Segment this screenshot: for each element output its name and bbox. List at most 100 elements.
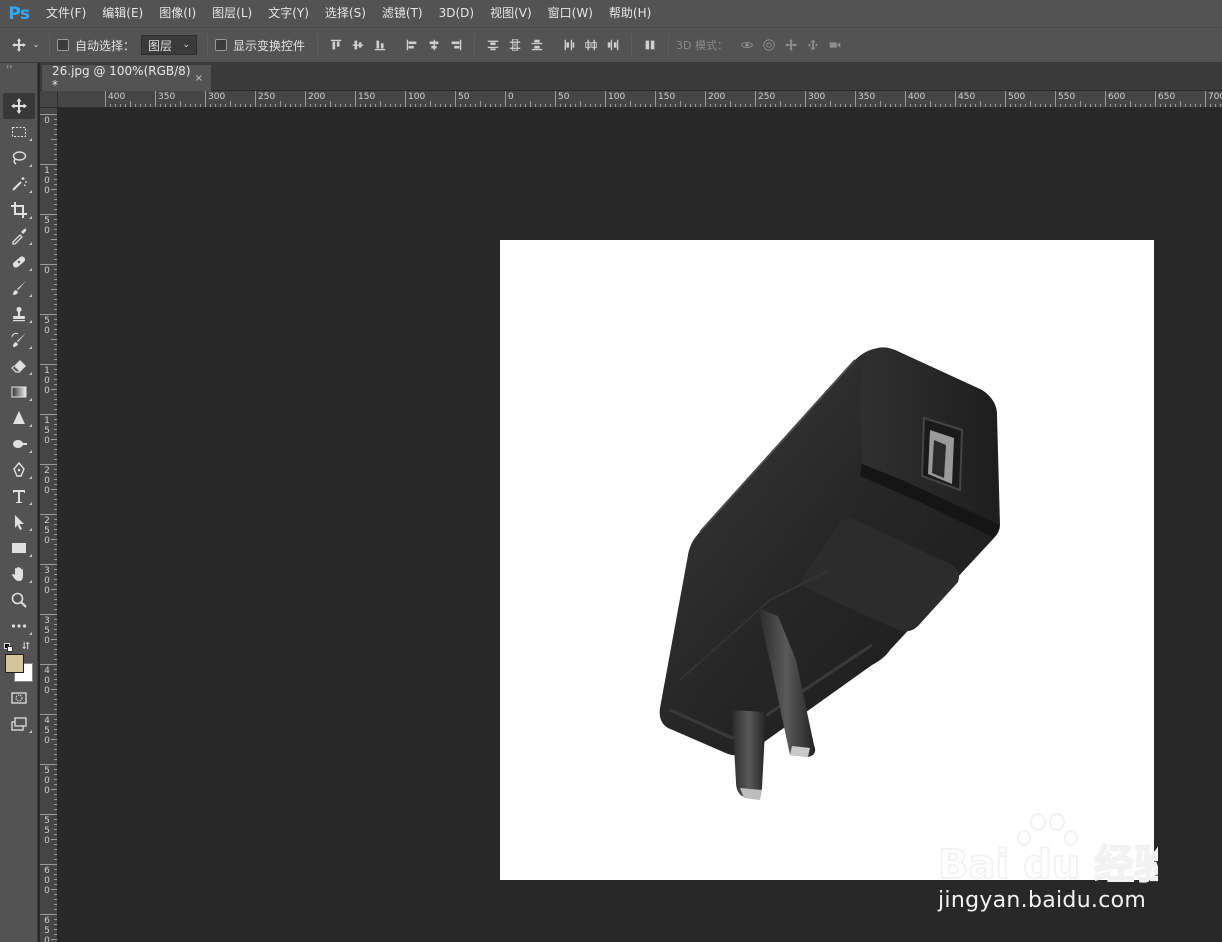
menu-help[interactable]: 帮助(H) [601,0,659,27]
ruler-tick [1105,91,1106,107]
foreground-color-swatch[interactable] [5,654,24,673]
3d-orbit-icon[interactable] [736,34,758,56]
dodge-tool[interactable] [3,431,35,457]
distribute-left-icon[interactable] [558,34,580,56]
menu-view[interactable]: 视图(V) [482,0,540,27]
ruler-minor-tick [54,159,57,160]
history-brush-tool[interactable] [3,327,35,353]
default-colors-icon[interactable] [4,643,14,653]
magnifier-icon [11,592,27,608]
menu-window[interactable]: 窗口(W) [540,0,601,27]
ruler-label: 400 [108,92,126,102]
3d-scale-icon[interactable] [824,34,846,56]
3d-roll-icon[interactable] [758,34,780,56]
move-tool[interactable] [3,93,35,119]
photoshop-logo: Ps [8,3,30,24]
quick-mask-button[interactable] [3,685,35,711]
zoom-tool[interactable] [3,587,35,613]
hand-tool[interactable] [3,561,35,587]
menu-edit[interactable]: 编辑(E) [94,0,151,27]
menu-layer[interactable]: 图层(L) [204,0,260,27]
ruler-origin[interactable] [40,91,58,108]
ruler-minor-tick [1075,104,1076,107]
lasso-tool[interactable] [3,145,35,171]
show-transform-checkbox[interactable] [215,39,228,51]
align-bottom-icon[interactable] [369,34,391,56]
3d-pan-icon[interactable] [780,34,802,56]
auto-select-target-select[interactable]: 图层 ⌄ [141,35,198,55]
brush-tool[interactable] [3,275,35,301]
distribute-right-icon[interactable] [602,34,624,56]
menu-file[interactable]: 文件(F) [38,0,94,27]
ruler-minor-tick [530,101,531,107]
more-tools-button[interactable] [3,613,35,639]
horizontal-ruler[interactable]: 400 350 300 250 200 150 100 50 0 50 100 150 200 250 30… [58,91,1222,108]
ruler-minor-tick [54,819,57,820]
align-top-icon[interactable] [325,34,347,56]
auto-align-layers-icon[interactable] [639,34,661,56]
ruler-minor-tick [910,104,911,107]
eraser-tool[interactable] [3,353,35,379]
ruler-minor-tick [54,299,57,300]
crop-tool[interactable] [3,197,35,223]
ruler-minor-tick [980,101,981,107]
document-tab[interactable]: 26.jpg @ 100%(RGB/8) * × [42,64,212,92]
ruler-label: 50 [44,316,50,336]
eraser-icon [11,360,26,373]
close-icon[interactable]: × [195,73,203,84]
distribute-horizontal-center-icon[interactable] [580,34,602,56]
chevron-down-icon[interactable]: ⌄ [30,34,42,56]
marquee-tool[interactable] [3,119,35,145]
ruler-label: 550 [1058,92,1076,102]
distribute-bottom-icon[interactable] [526,34,548,56]
rectangle-tool[interactable] [3,535,35,561]
gradient-tool[interactable] [3,379,35,405]
ruler-minor-tick [54,609,57,610]
align-vertical-center-icon[interactable] [347,34,369,56]
screen-mode-button[interactable] [3,711,35,737]
menu-type[interactable]: 文字(Y) [260,0,317,27]
eyedropper-tool[interactable] [3,223,35,249]
vertical-ruler[interactable]: 0100500501001502002503003504004505005506… [40,108,58,942]
crop-icon [11,202,27,218]
distribute-vertical-center-icon[interactable] [504,34,526,56]
ruler-minor-tick [625,104,626,107]
ruler-minor-tick [500,104,501,107]
ruler-minor-tick [595,104,596,107]
align-right-icon[interactable] [445,34,467,56]
path-selection-tool[interactable] [3,509,35,535]
type-tool[interactable] [3,483,35,509]
ruler-minor-tick [300,104,301,107]
menu-image[interactable]: 图像(I) [151,0,204,27]
menu-3d[interactable]: 3D(D) [431,0,482,27]
menu-select[interactable]: 选择(S) [317,0,374,27]
3d-slide-icon[interactable] [802,34,824,56]
blur-tool[interactable] [3,405,35,431]
ruler-minor-tick [54,769,57,770]
align-left-icon[interactable] [401,34,423,56]
ruler-minor-tick [1150,104,1151,107]
healing-brush-tool[interactable] [3,249,35,275]
clone-stamp-tool[interactable] [3,301,35,327]
auto-select-checkbox[interactable] [57,39,69,51]
ruler-tick [805,91,806,107]
ruler-tick [455,91,456,107]
swap-colors-icon[interactable]: ⮃ [22,641,30,652]
ruler-minor-tick [54,834,57,835]
pen-tool[interactable] [3,457,35,483]
ruler-minor-tick [315,104,316,107]
ruler-minor-tick [870,104,871,107]
magic-wand-tool[interactable] [3,171,35,197]
align-horizontal-center-icon[interactable] [423,34,445,56]
ruler-minor-tick [430,101,431,107]
ruler-minor-tick [54,624,57,625]
move-tool-preset-icon[interactable] [8,34,30,56]
ruler-minor-tick [54,894,57,895]
menu-filter[interactable]: 滤镜(T) [374,0,431,27]
toolbox-grip[interactable]: ›› [0,63,37,71]
divider [317,34,319,56]
ruler-minor-tick [1185,104,1186,107]
document-canvas[interactable] [500,240,1154,880]
distribute-top-icon[interactable] [482,34,504,56]
ruler-minor-tick [54,344,57,345]
